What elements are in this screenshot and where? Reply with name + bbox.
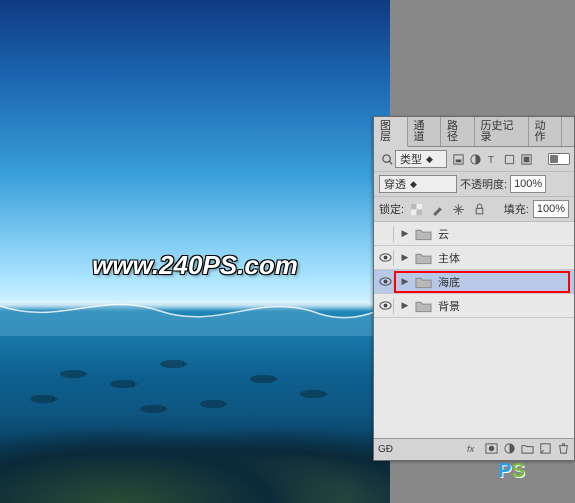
filter-pixel-icon[interactable] [450, 151, 467, 168]
fish-shape [160, 360, 184, 368]
fill-label: 填充: [504, 201, 529, 217]
fish-shape [110, 380, 134, 388]
fish-shape [60, 370, 84, 378]
layer-name: 背景 [436, 298, 460, 314]
adjustment-icon[interactable] [503, 442, 516, 458]
disclosure-triangle-icon[interactable]: ▶ [400, 300, 410, 311]
panel-tabs: 图层 通道 路径 历史记录 动作 [374, 117, 574, 147]
svg-text:fx: fx [467, 444, 475, 454]
lock-position-icon[interactable] [450, 201, 467, 218]
blend-mode-value: 穿透 [384, 176, 406, 192]
layer-row-background[interactable]: ▶ 背景 [374, 294, 574, 318]
opacity-value: 100% [511, 178, 545, 190]
filter-adjustment-icon[interactable] [467, 151, 484, 168]
layers-panel: 图层 通道 路径 历史记录 动作 类型 ◆ T 穿透 ◆ 不透明度: [373, 116, 575, 461]
panel-menu-icon[interactable] [562, 117, 574, 146]
layer-row-subject[interactable]: ▶ 主体 [374, 246, 574, 270]
tab-actions[interactable]: 动作 [529, 117, 563, 146]
svg-text:T: T [488, 155, 494, 166]
layer-list: ▶ 云 ▶ 主体 ▶ 海底 ▶ 背景 [374, 222, 574, 438]
filter-smart-icon[interactable] [518, 151, 535, 168]
filter-type-icon[interactable]: T [484, 151, 501, 168]
opacity-label: 不透明度: [460, 176, 507, 192]
tab-layers[interactable]: 图层 [374, 117, 408, 147]
lock-transparent-icon[interactable] [408, 201, 425, 218]
tab-paths[interactable]: 路径 [441, 117, 475, 146]
fish-shape [200, 400, 224, 408]
lock-all-icon[interactable] [471, 201, 488, 218]
folder-icon [414, 275, 432, 289]
fx-icon[interactable]: fx [467, 442, 480, 458]
layer-name: 主体 [436, 250, 460, 266]
lock-label: 锁定: [379, 201, 404, 217]
layer-name: 云 [436, 226, 449, 242]
document-canvas[interactable]: www.240PS.com [0, 0, 390, 503]
folder-icon [414, 251, 432, 265]
layer-list-empty-area[interactable] [374, 318, 574, 438]
layer-row-clouds[interactable]: ▶ 云 [374, 222, 574, 246]
filter-shape-icon[interactable] [501, 151, 518, 168]
visibility-toggle[interactable] [378, 226, 394, 242]
folder-icon [414, 227, 432, 241]
fish-shape [30, 395, 54, 403]
disclosure-triangle-icon[interactable]: ▶ [400, 276, 410, 287]
blend-mode-select[interactable]: 穿透 ◆ [379, 175, 457, 193]
visibility-toggle[interactable] [378, 250, 394, 266]
tab-channels[interactable]: 通道 [408, 117, 442, 146]
fill-input[interactable]: 100% [533, 200, 569, 218]
new-layer-icon[interactable] [539, 442, 552, 458]
fish-shape [140, 405, 164, 413]
disclosure-triangle-icon[interactable]: ▶ [400, 228, 410, 239]
chevron-down-icon: ◆ [426, 154, 433, 165]
search-icon [378, 151, 395, 168]
group-icon[interactable] [521, 442, 534, 458]
disclosure-triangle-icon[interactable]: ▶ [400, 252, 410, 263]
opacity-input[interactable]: 100% [510, 175, 546, 193]
seabed [0, 413, 390, 503]
filter-kind-select[interactable]: 类型 ◆ [395, 150, 447, 168]
mask-icon[interactable] [485, 442, 498, 458]
folder-icon [414, 299, 432, 313]
site-logo: PS爱好者 [498, 460, 563, 483]
blend-row: 穿透 ◆ 不透明度: 100% [374, 172, 574, 197]
trash-icon[interactable] [557, 442, 570, 458]
chevron-down-icon: ◆ [410, 179, 417, 190]
layer-row-underwater[interactable]: ▶ 海底 [374, 270, 574, 294]
watermark-main: www.240PS.com [92, 250, 298, 281]
fish-shape [250, 375, 274, 383]
visibility-toggle[interactable] [378, 298, 394, 314]
watermark-footer: www.psahz.com [473, 482, 567, 497]
tab-history[interactable]: 历史记录 [475, 117, 529, 146]
layer-filter-row: 类型 ◆ T [374, 147, 574, 172]
filter-toggle[interactable] [548, 153, 570, 165]
panel-footer: GĐ fx [374, 438, 574, 460]
fish-shape [300, 390, 324, 398]
lock-row: 锁定: 填充: 100% [374, 197, 574, 222]
water-surface [0, 296, 390, 336]
filter-kind-label: 类型 [400, 151, 422, 167]
lock-pixels-icon[interactable] [429, 201, 446, 218]
footer-link-badge[interactable]: GĐ [378, 444, 393, 455]
layer-name: 海底 [436, 274, 460, 290]
fill-value: 100% [534, 203, 568, 215]
visibility-toggle[interactable] [378, 274, 394, 290]
